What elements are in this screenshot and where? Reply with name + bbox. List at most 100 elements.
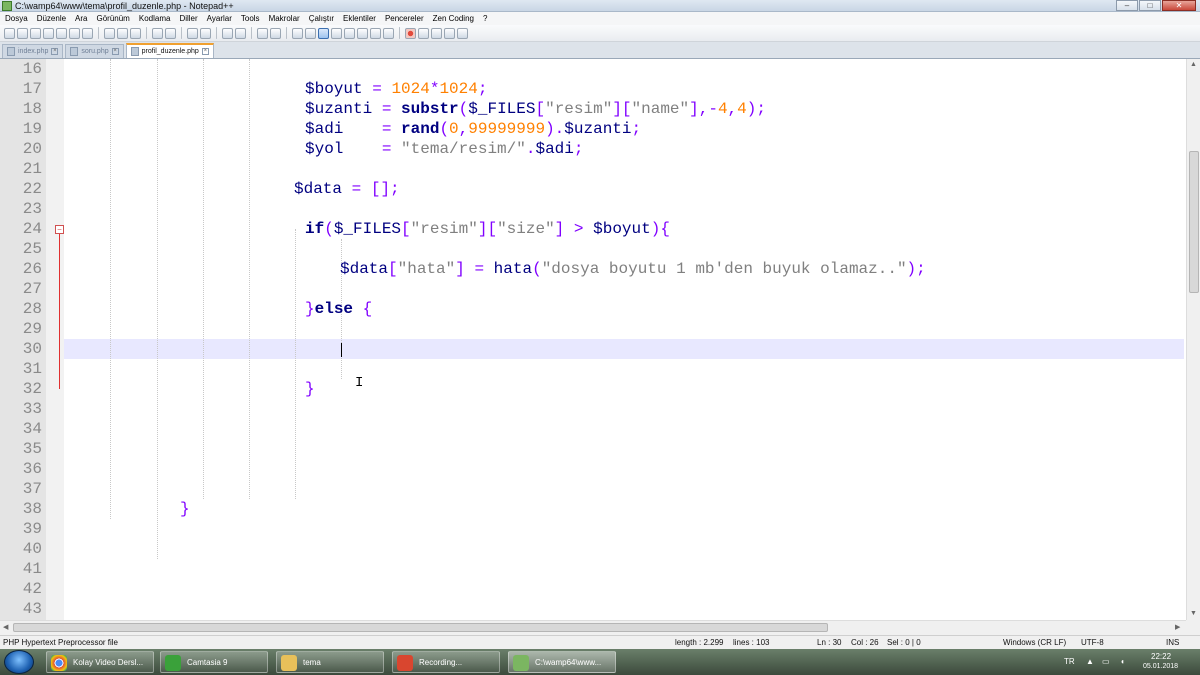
close-all-icon[interactable] xyxy=(69,27,80,39)
network-icon[interactable]: ▭ xyxy=(1102,657,1110,666)
fold-collapse-icon[interactable]: − xyxy=(55,225,64,234)
toolbar-separator xyxy=(399,27,400,39)
fold-line xyxy=(59,229,60,389)
stop-macro-icon[interactable] xyxy=(418,27,429,39)
indent-guide xyxy=(295,229,296,499)
sync-horizontal-icon[interactable] xyxy=(270,27,281,39)
line-number-gutter: 16 17 18 19 20 21 22 23 24 25 26 27 28 2… xyxy=(0,59,46,620)
menu-duzenle[interactable]: Düzenle xyxy=(37,12,66,25)
line-number: 22 xyxy=(22,180,42,198)
new-file-icon[interactable] xyxy=(4,27,15,39)
status-length: length : 2.299 xyxy=(675,638,724,647)
user-language-icon[interactable] xyxy=(331,27,342,39)
tab-profil-duzenle-php[interactable]: profil_duzenle.php × xyxy=(125,43,214,58)
monitoring-icon[interactable] xyxy=(383,27,394,39)
taskbar-item-chrome[interactable]: Kolay Video Dersl... xyxy=(46,651,154,673)
indent-guide-icon[interactable] xyxy=(318,27,329,39)
toolbar xyxy=(0,25,1200,42)
horizontal-scroll-thumb[interactable] xyxy=(13,623,828,632)
scroll-up-icon[interactable]: ▲ xyxy=(1190,61,1197,68)
start-button[interactable] xyxy=(4,650,34,674)
menu-ayarlar[interactable]: Ayarlar xyxy=(207,12,232,25)
scroll-down-icon[interactable]: ▼ xyxy=(1190,610,1197,617)
function-list-icon[interactable] xyxy=(357,27,368,39)
close-tab-icon[interactable]: × xyxy=(111,48,119,55)
menu-help[interactable]: ? xyxy=(483,12,487,25)
indent-guide xyxy=(110,59,111,519)
save-icon[interactable] xyxy=(30,27,41,39)
close-button[interactable]: ✕ xyxy=(1162,0,1196,11)
redo-icon[interactable] xyxy=(165,27,176,39)
code-line-19: $adi = rand(0,99999999).$uzanti; xyxy=(305,120,642,138)
close-tab-icon[interactable]: × xyxy=(201,48,209,55)
menu-kodlama[interactable]: Kodlama xyxy=(139,12,171,25)
maximize-button[interactable]: □ xyxy=(1139,0,1161,11)
save-all-icon[interactable] xyxy=(43,27,54,39)
find-icon[interactable] xyxy=(187,27,198,39)
toolbar-separator xyxy=(98,27,99,39)
save-macro-icon[interactable] xyxy=(457,27,468,39)
cut-icon[interactable] xyxy=(104,27,115,39)
clock-time[interactable]: 22:22 xyxy=(1151,652,1171,661)
code-editor[interactable]: 16 17 18 19 20 21 22 23 24 25 26 27 28 2… xyxy=(0,59,1186,620)
indent-guide xyxy=(249,59,250,499)
taskbar-item-folder[interactable]: tema xyxy=(276,651,384,673)
code-line-38: } xyxy=(180,500,190,518)
fold-margin[interactable] xyxy=(46,59,64,620)
menu-ara[interactable]: Ara xyxy=(75,12,87,25)
replace-icon[interactable] xyxy=(200,27,211,39)
run-macro-multiple-icon[interactable] xyxy=(444,27,455,39)
scroll-right-icon[interactable]: ▶ xyxy=(1175,623,1180,631)
sync-vertical-icon[interactable] xyxy=(257,27,268,39)
menu-tools[interactable]: Tools xyxy=(241,12,260,25)
tab-soru-php[interactable]: soru.php × xyxy=(65,44,124,58)
status-bar: PHP Hypertext Preprocessor file length :… xyxy=(0,635,1200,649)
menu-pencereler[interactable]: Pencereler xyxy=(385,12,424,25)
tray-expand-icon[interactable]: ▲ xyxy=(1086,657,1094,666)
menu-eklentiler[interactable]: Eklentiler xyxy=(343,12,376,25)
folder-as-workspace-icon[interactable] xyxy=(370,27,381,39)
line-number: 26 xyxy=(22,260,42,278)
show-all-chars-icon[interactable] xyxy=(305,27,316,39)
scroll-left-icon[interactable]: ◀ xyxy=(3,623,8,631)
clock-date[interactable]: 05.01.2018 xyxy=(1143,663,1178,670)
vertical-scroll-thumb[interactable] xyxy=(1189,151,1199,293)
status-ln: Ln : 30 xyxy=(817,638,842,647)
copy-icon[interactable] xyxy=(117,27,128,39)
open-file-icon[interactable] xyxy=(17,27,28,39)
menu-gorunum[interactable]: Görünüm xyxy=(97,12,130,25)
undo-icon[interactable] xyxy=(152,27,163,39)
title-bar: C:\wamp64\www\tema\profil_duzenle.php - … xyxy=(0,0,1200,12)
status-mode: INS xyxy=(1166,638,1180,647)
line-number: 35 xyxy=(22,440,42,458)
taskbar-item-recording[interactable]: Recording... xyxy=(392,651,500,673)
document-map-icon[interactable] xyxy=(344,27,355,39)
menu-dosya[interactable]: Dosya xyxy=(5,12,28,25)
record-macro-icon[interactable] xyxy=(405,27,416,39)
code-line-32: } xyxy=(305,380,315,398)
word-wrap-icon[interactable] xyxy=(292,27,303,39)
menu-calistir[interactable]: Çalıştır xyxy=(309,12,334,25)
taskbar-item-camtasia[interactable]: Camtasia 9 xyxy=(160,651,268,673)
status-col: Col : 26 xyxy=(851,638,879,647)
volume-icon[interactable]: ◖ xyxy=(1120,657,1125,666)
horizontal-scrollbar[interactable]: ◀ ▶ xyxy=(0,620,1186,633)
close-file-icon[interactable] xyxy=(56,27,67,39)
close-tab-icon[interactable]: × xyxy=(51,48,59,55)
paste-icon[interactable] xyxy=(130,27,141,39)
play-macro-icon[interactable] xyxy=(431,27,442,39)
vertical-scrollbar[interactable]: ▲ ▼ xyxy=(1186,59,1200,620)
language-indicator[interactable]: TR xyxy=(1064,657,1075,666)
menu-zen-coding[interactable]: Zen Coding xyxy=(433,12,474,25)
line-number: 19 xyxy=(22,120,42,138)
minimize-button[interactable]: – xyxy=(1116,0,1138,11)
zoom-in-icon[interactable] xyxy=(222,27,233,39)
zoom-out-icon[interactable] xyxy=(235,27,246,39)
print-icon[interactable] xyxy=(82,27,93,39)
menu-makrolar[interactable]: Makrolar xyxy=(269,12,300,25)
menu-diller[interactable]: Diller xyxy=(179,12,197,25)
line-number: 31 xyxy=(22,360,42,378)
tab-index-php[interactable]: index.php × xyxy=(2,44,64,58)
taskbar-item-notepadpp[interactable]: C:\wamp64\www... xyxy=(508,651,616,673)
file-icon xyxy=(70,47,79,56)
